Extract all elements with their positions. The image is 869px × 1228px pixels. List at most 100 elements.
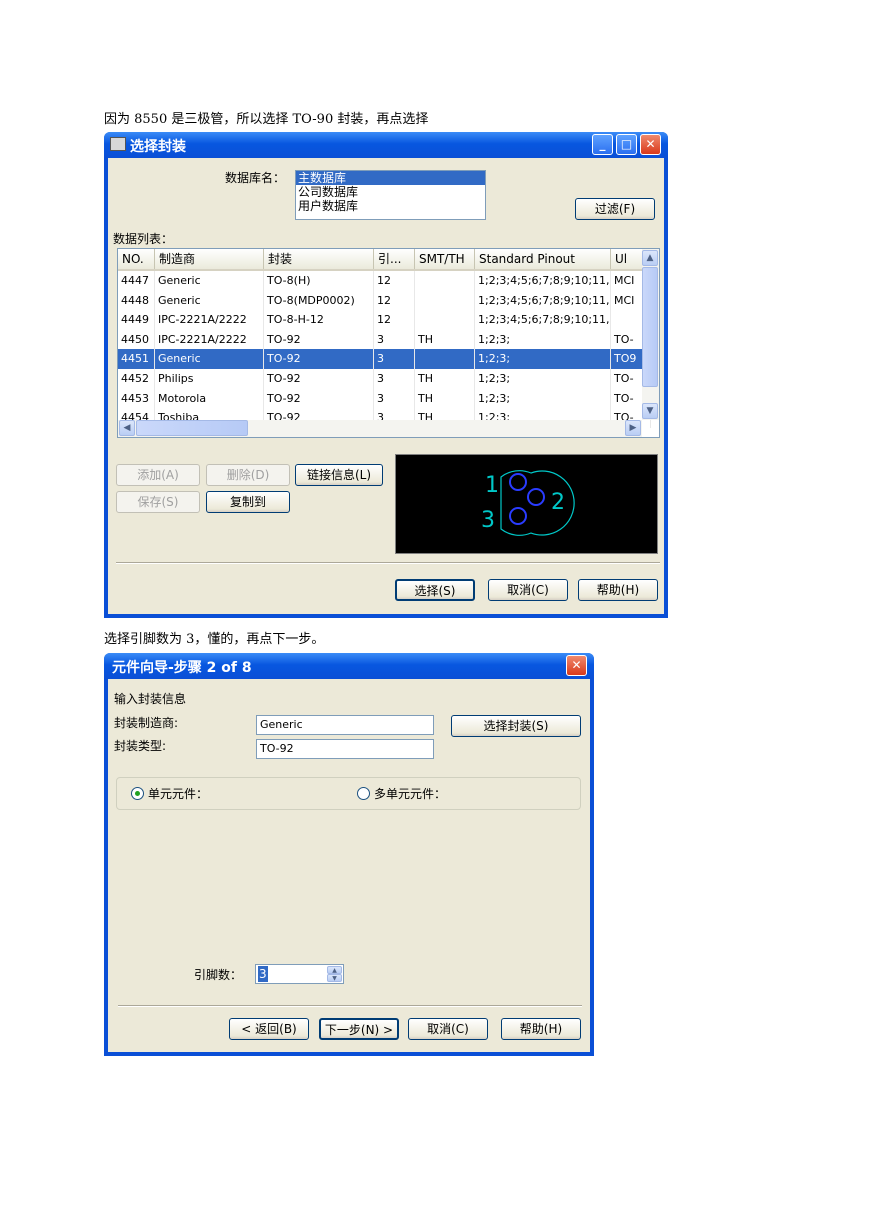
- manufacturer-input[interactable]: Generic: [256, 715, 434, 735]
- unit-type-group: 单元元件： 多单元元件：: [116, 777, 581, 810]
- cell-smt-th: [415, 310, 475, 330]
- caption-1: 因为 8550 是三极管，所以选择 TO-90 封装，再点选择: [104, 112, 429, 127]
- minimize-icon[interactable]: _: [592, 134, 613, 155]
- radio-selected-dot: [135, 791, 140, 796]
- to92-footprint-graphic: 1 2 3: [481, 470, 575, 536]
- package-type-input[interactable]: TO-92: [256, 739, 434, 759]
- wizard-cancel-button[interactable]: 取消(C): [408, 1018, 488, 1040]
- db-option-user[interactable]: 用户数据库: [296, 199, 485, 213]
- wizard-footer-separator: [118, 1005, 582, 1007]
- cell-smt-th: TH: [415, 369, 475, 389]
- vertical-scrollbar[interactable]: ▲ ▼: [642, 249, 659, 420]
- scroll-up-icon[interactable]: ▲: [642, 250, 658, 266]
- cell-standard-pinout: 1;2;3;: [475, 329, 611, 350]
- cell-standard-pinout: 1;2;3;: [475, 369, 611, 389]
- cell-standard-pinout: 1;2;3;: [475, 349, 611, 369]
- spin-up-icon[interactable]: ▲: [327, 966, 342, 974]
- cell-pins: 3: [374, 369, 415, 389]
- pin-count-spinner[interactable]: 3 ▲ ▼: [255, 964, 344, 984]
- cell-no: 4449: [118, 310, 155, 330]
- package-table[interactable]: NO. 制造商 封装 引... SMT/TH Standard Pinout U…: [117, 248, 660, 438]
- pin-count-value[interactable]: 3: [258, 966, 268, 982]
- horizontal-scrollbar[interactable]: ◀ ▶: [118, 420, 642, 437]
- wizard-close-icon[interactable]: ✕: [566, 655, 587, 676]
- cell-manufacturer: Philips: [155, 369, 264, 389]
- vertical-scroll-thumb[interactable]: [642, 267, 658, 387]
- manufacturer-label: 封装制造商:: [114, 716, 179, 730]
- cell-pins: 3: [374, 349, 415, 369]
- footer-separator: [116, 562, 660, 564]
- scroll-left-icon[interactable]: ◀: [119, 420, 135, 436]
- select-package-button[interactable]: 选择封装(S): [451, 715, 581, 737]
- app-icon: [110, 137, 126, 151]
- cell-standard-pinout: 1;2;3;4;5;6;7;8;9;10;11,: [475, 310, 611, 330]
- scroll-down-icon[interactable]: ▼: [642, 403, 658, 419]
- single-unit-radio[interactable]: [131, 787, 144, 800]
- cell-manufacturer: Generic: [155, 271, 264, 291]
- cell-no: 4452: [118, 369, 155, 389]
- scroll-right-icon[interactable]: ▶: [625, 420, 641, 436]
- cell-manufacturer: IPC-2221A/2222: [155, 329, 264, 350]
- table-row[interactable]: 4452 Philips TO-92 3 TH 1;2;3; TO-: [118, 369, 651, 389]
- pin-count-label: 引脚数：: [194, 968, 243, 982]
- pin-label-2: 2: [551, 490, 565, 515]
- col-pins[interactable]: 引...: [374, 249, 415, 269]
- copy-to-button[interactable]: 复制到: [206, 491, 290, 513]
- cell-smt-th: [415, 290, 475, 311]
- db-option-main[interactable]: 主数据库: [296, 171, 485, 185]
- db-option-company[interactable]: 公司数据库: [296, 185, 485, 199]
- col-manufacturer[interactable]: 制造商: [155, 249, 264, 269]
- cell-manufacturer: Generic: [155, 290, 264, 311]
- wizard-title: 元件向导-步骤 2 of 8: [112, 660, 252, 676]
- dialog-title: 选择封装: [130, 139, 186, 155]
- close-icon[interactable]: ✕: [640, 134, 661, 155]
- cell-package: TO-8(H): [264, 271, 374, 291]
- add-button[interactable]: 添加(A): [116, 464, 200, 486]
- select-package-dialog: 选择封装 _ □ ✕ 数据库名： 主数据库 公司数据库 用户数据库 过滤(F) …: [104, 132, 668, 618]
- col-standard-pinout[interactable]: Standard Pinout: [475, 249, 611, 269]
- cell-smt-th: TH: [415, 388, 475, 409]
- cell-no: 4447: [118, 271, 155, 291]
- wizard-client: 输入封装信息 封装制造商: Generic 选择封装(S) 封装类型: TO-9…: [108, 679, 590, 1052]
- help-button[interactable]: 帮助(H): [578, 579, 658, 601]
- table-row[interactable]: 4450 IPC-2221A/2222 TO-92 3 TH 1;2;3; TO-: [118, 329, 651, 350]
- component-wizard-dialog: 元件向导-步骤 2 of 8 ✕ 输入封装信息 封装制造商: Generic 选…: [104, 653, 594, 1056]
- cell-manufacturer: Motorola: [155, 388, 264, 409]
- link-info-button[interactable]: 链接信息(L): [295, 464, 383, 486]
- back-button[interactable]: < 返回(B): [229, 1018, 309, 1040]
- cell-manufacturer: Generic: [155, 349, 264, 369]
- cell-standard-pinout: 1;2;3;4;5;6;7;8;9;10;11,: [475, 290, 611, 311]
- cell-package: TO-8(MDP0002): [264, 290, 374, 311]
- db-listbox[interactable]: 主数据库 公司数据库 用户数据库: [295, 170, 486, 220]
- cell-smt-th: TH: [415, 329, 475, 350]
- cell-pins: 12: [374, 310, 415, 330]
- col-package[interactable]: 封装: [264, 249, 374, 269]
- col-smt-th[interactable]: SMT/TH: [415, 249, 475, 269]
- db-name-label: 数据库名：: [225, 171, 286, 185]
- horizontal-scroll-thumb[interactable]: [136, 420, 248, 436]
- cell-manufacturer: IPC-2221A/2222: [155, 310, 264, 330]
- wizard-help-button[interactable]: 帮助(H): [501, 1018, 581, 1040]
- table-row[interactable]: 4448 Generic TO-8(MDP0002) 12 1;2;3;4;5;6;7;…: [118, 290, 651, 311]
- cell-no: 4450: [118, 329, 155, 350]
- select-button[interactable]: 选择(S): [395, 579, 475, 601]
- multi-unit-radio[interactable]: [357, 787, 370, 800]
- table-row[interactable]: 4449 IPC-2221A/2222 TO-8-H-12 12 1;2;3;4;5;6…: [118, 310, 651, 330]
- type-label: 封装类型:: [114, 739, 167, 753]
- section-label: 输入封装信息: [114, 692, 187, 706]
- col-no[interactable]: NO.: [118, 249, 155, 269]
- delete-button[interactable]: 删除(D): [206, 464, 290, 486]
- pin-label-3: 3: [481, 508, 495, 533]
- table-row[interactable]: 4453 Motorola TO-92 3 TH 1;2;3; TO-: [118, 388, 651, 409]
- table-row[interactable]: 4451 Generic TO-92 3 1;2;3; TO9: [118, 349, 651, 369]
- filter-button[interactable]: 过滤(F): [575, 198, 655, 220]
- next-button[interactable]: 下一步(N) >: [319, 1018, 399, 1040]
- footprint-preview: 1 2 3: [395, 454, 658, 554]
- caption-2: 选择引脚数为 3，懂的，再点下一步。: [104, 632, 325, 647]
- table-row[interactable]: 4447 Generic TO-8(H) 12 1;2;3;4;5;6;7;8;9;10…: [118, 271, 651, 291]
- multi-unit-label: 多单元元件：: [374, 787, 447, 801]
- cancel-button[interactable]: 取消(C): [488, 579, 568, 601]
- save-button[interactable]: 保存(S): [116, 491, 200, 513]
- maximize-icon[interactable]: □: [616, 134, 637, 155]
- spin-down-icon[interactable]: ▼: [327, 974, 342, 982]
